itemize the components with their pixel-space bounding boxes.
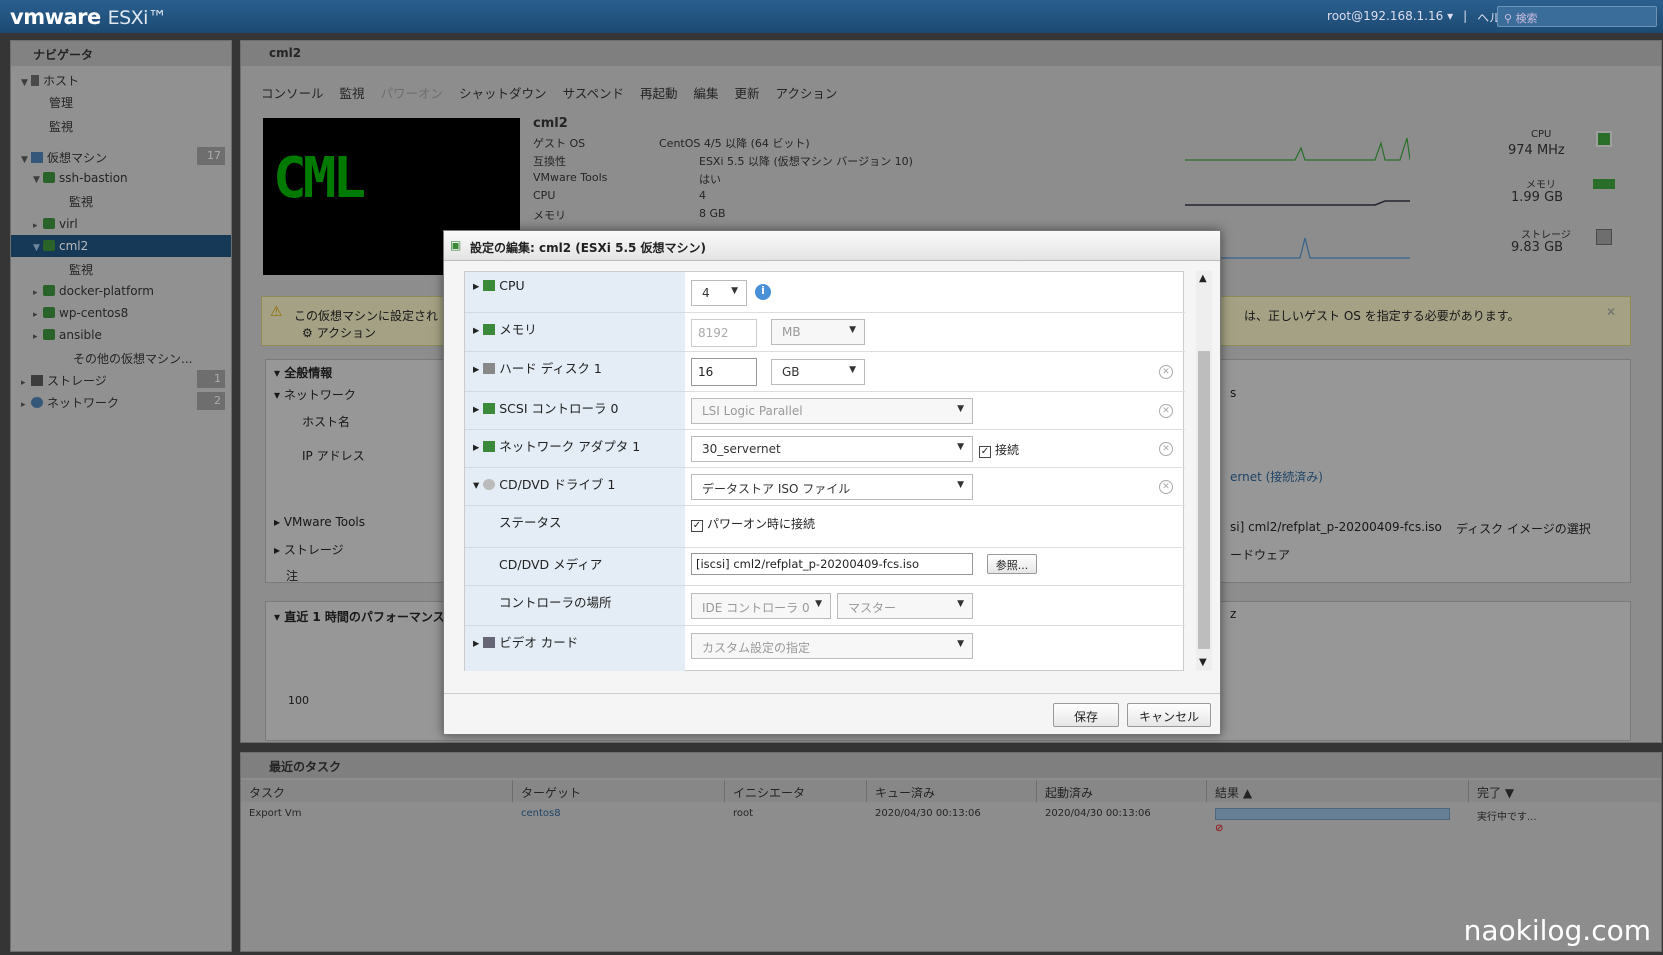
user-menu[interactable]: root@192.168.1.16 ▾ bbox=[1327, 9, 1453, 26]
row-status: ステータス bbox=[465, 506, 685, 548]
row-network-adapter-1[interactable]: ▸ ネットワーク アダプタ 1 bbox=[465, 430, 685, 468]
search-placeholder: 検索 bbox=[1515, 12, 1538, 25]
row-cd-media: CD/DVD メディア bbox=[465, 548, 685, 586]
memory-size-input[interactable]: 8192 bbox=[691, 319, 757, 347]
search-icon: ⚲ bbox=[1504, 12, 1513, 25]
controller-icon bbox=[483, 403, 496, 414]
row-hard-disk-1[interactable]: ▸ ハード ディスク 1 bbox=[465, 352, 685, 392]
row-label: ハード ディスク 1 bbox=[499, 361, 602, 376]
ide-controller-select[interactable]: IDE コントローラ 0 bbox=[691, 593, 831, 619]
disk-value-cell: 16 GB ✕ bbox=[685, 352, 1185, 392]
row-label: CD/DVD ドライブ 1 bbox=[499, 477, 616, 492]
row-label: メモリ bbox=[499, 322, 537, 337]
memory-icon bbox=[483, 324, 496, 335]
row-cpu[interactable]: ▸ CPU bbox=[465, 272, 685, 313]
connect-at-power-on-label: パワーオン時に接続 bbox=[707, 517, 816, 531]
info-icon[interactable]: i bbox=[755, 284, 771, 300]
controller-value-cell: IDE コントローラ 0 マスター bbox=[685, 586, 1185, 626]
dialog-scrollbar[interactable]: ▲ ▼ bbox=[1196, 271, 1212, 671]
row-video-card[interactable]: ▸ ビデオ カード bbox=[465, 626, 685, 671]
dialog-title: ▣ 設定の編集: cml2 (ESXi 5.5 仮想マシン) bbox=[444, 231, 1220, 261]
disk-icon bbox=[483, 363, 496, 374]
remove-icon[interactable]: ✕ bbox=[1159, 442, 1173, 456]
cd-value-cell: データストア ISO ファイル ✕ bbox=[685, 468, 1185, 506]
row-cd-dvd-drive-1[interactable]: ▾ CD/DVD ドライブ 1 bbox=[465, 468, 685, 506]
network-adapter-icon bbox=[483, 441, 496, 452]
video-settings-select[interactable]: カスタム設定の指定 bbox=[691, 633, 973, 659]
cancel-button[interactable]: キャンセル bbox=[1127, 703, 1211, 727]
row-scsi-controller[interactable]: ▸ SCSI コントローラ 0 bbox=[465, 392, 685, 430]
separator: | bbox=[1463, 9, 1468, 23]
row-label: ネットワーク アダプタ 1 bbox=[499, 439, 641, 454]
network-value-cell: 30_servernet ✓接続 ✕ bbox=[685, 430, 1185, 468]
row-memory[interactable]: ▸ メモリ bbox=[465, 313, 685, 352]
cd-source-select[interactable]: データストア ISO ファイル bbox=[691, 474, 973, 500]
vmware-logo: vmware ESXi™ bbox=[10, 5, 167, 29]
cpu-count-select[interactable]: 4 bbox=[691, 280, 747, 306]
remove-icon[interactable]: ✕ bbox=[1159, 365, 1173, 379]
disk-unit-select[interactable]: GB bbox=[771, 359, 865, 385]
memory-unit-select[interactable]: MB bbox=[771, 319, 865, 345]
connect-at-power-on-checkbox[interactable]: ✓ パワーオン時に接続 bbox=[691, 515, 815, 532]
status-value-cell: ✓ パワーオン時に接続 bbox=[685, 506, 1185, 548]
remove-icon[interactable]: ✕ bbox=[1159, 404, 1173, 418]
scroll-up-icon[interactable]: ▲ bbox=[1199, 273, 1207, 284]
cpu-value-cell: 4 i bbox=[685, 272, 1185, 313]
divider bbox=[444, 693, 1220, 694]
cpu-icon bbox=[483, 280, 496, 291]
memory-value-cell: 8192 MB bbox=[685, 313, 1185, 352]
disk-size-input[interactable]: 16 bbox=[691, 358, 757, 386]
master-slave-select[interactable]: マスター bbox=[837, 593, 973, 619]
scroll-down-icon[interactable]: ▼ bbox=[1199, 657, 1207, 668]
video-value-cell: カスタム設定の指定 bbox=[685, 626, 1185, 671]
top-right-menu: root@192.168.1.16 ▾| ヘルプ ▾ bbox=[1327, 9, 1523, 26]
save-button[interactable]: 保存 bbox=[1053, 703, 1119, 727]
top-bar: vmware ESXi™ root@192.168.1.16 ▾| ヘルプ ▾ … bbox=[0, 0, 1663, 33]
scsi-value-cell: LSI Logic Parallel ✕ bbox=[685, 392, 1185, 430]
row-controller-location: コントローラの場所 bbox=[465, 586, 685, 626]
cd-media-value-cell: [iscsi] cml2/refplat_p-20200409-fcs.iso … bbox=[685, 548, 1185, 586]
vm-settings-icon: ▣ bbox=[450, 238, 462, 252]
iso-path-input[interactable]: [iscsi] cml2/refplat_p-20200409-fcs.iso bbox=[691, 553, 973, 575]
scsi-type-select[interactable]: LSI Logic Parallel bbox=[691, 398, 973, 424]
remove-icon[interactable]: ✕ bbox=[1159, 480, 1173, 494]
cd-icon bbox=[483, 479, 496, 490]
connect-checkbox[interactable]: ✓ 接続 bbox=[979, 441, 1019, 458]
network-select[interactable]: 30_servernet bbox=[691, 436, 973, 462]
edit-settings-dialog: ▣設定の編集: cml2 (ESXi 5.5 仮想マシン) ▸ CPU 4 i … bbox=[443, 230, 1221, 735]
watermark: naokilog.com bbox=[1463, 914, 1651, 947]
row-label: ビデオ カード bbox=[499, 635, 579, 650]
scrollbar-thumb[interactable] bbox=[1198, 351, 1210, 649]
browse-button[interactable]: 参照... bbox=[987, 554, 1037, 574]
settings-grid: ▸ CPU 4 i ▸ メモリ 8192 MB ▸ ハード ディスク 1 16 … bbox=[464, 271, 1185, 671]
search-input[interactable]: ⚲ 検索 bbox=[1497, 6, 1657, 27]
row-label: CPU bbox=[499, 278, 525, 293]
row-label: SCSI コントローラ 0 bbox=[499, 401, 619, 416]
video-card-icon bbox=[483, 637, 496, 648]
connect-label: 接続 bbox=[995, 443, 1020, 457]
